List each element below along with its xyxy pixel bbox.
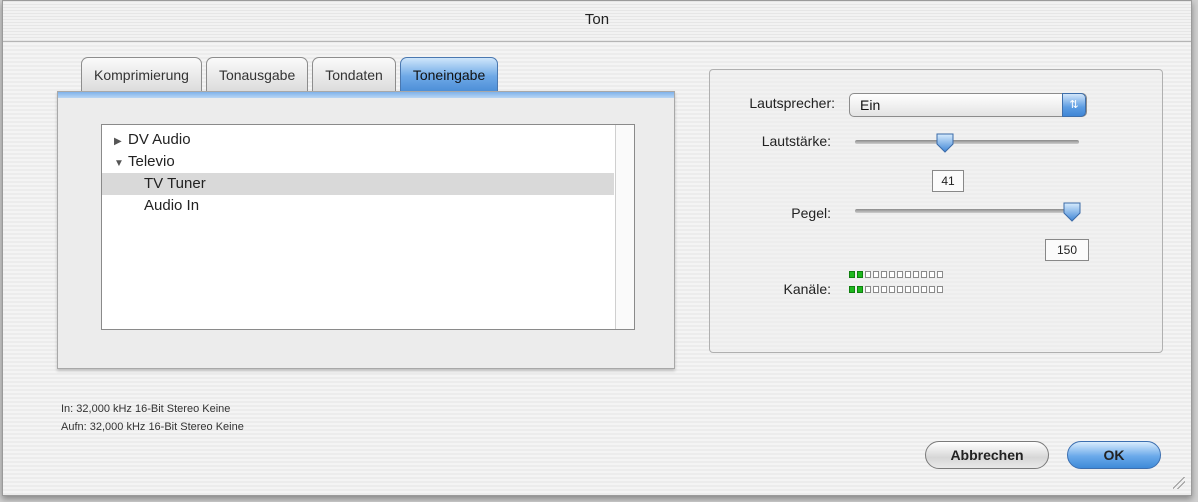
volume-slider-track[interactable] (855, 140, 1079, 144)
meter-segment (897, 286, 903, 293)
meter-segment (857, 286, 863, 293)
channel-meter-left (849, 271, 943, 278)
gain-slider-thumb[interactable] (1062, 201, 1082, 223)
speaker-label: Lautsprecher: (749, 95, 835, 111)
tab-tondaten[interactable]: Tondaten (312, 57, 396, 91)
meter-segment (929, 286, 935, 293)
channels-label: Kanäle: (783, 281, 831, 297)
list-item-dv-audio[interactable]: ▶ DV Audio (102, 129, 614, 151)
meter-segment (873, 271, 879, 278)
list-item-televio[interactable]: ▼ Televio (102, 151, 614, 173)
gain-value: 150 (1045, 239, 1089, 261)
meter-segment (929, 271, 935, 278)
meter-segment (849, 286, 855, 293)
disclosure-triangle-right-icon[interactable]: ▶ (114, 131, 128, 153)
sound-dialog: Ton Komprimierung Tonausgabe Tondaten To… (2, 0, 1192, 496)
meter-segment (937, 271, 943, 278)
meter-segment (921, 271, 927, 278)
list-scrollbar[interactable] (615, 125, 634, 329)
meter-segment (873, 286, 879, 293)
list-item-label: DV Audio (128, 131, 191, 148)
meter-segment (913, 286, 919, 293)
meter-segment (905, 271, 911, 278)
tab-bar: Komprimierung Tonausgabe Tondaten Tonein… (81, 57, 499, 93)
ok-button[interactable]: OK (1067, 441, 1161, 469)
channel-meter-right (849, 286, 943, 293)
volume-value: 41 (932, 170, 964, 192)
meter-segment (921, 286, 927, 293)
meter-segment (937, 286, 943, 293)
meter-segment (849, 271, 855, 278)
tab-content-panel: ▶ DV Audio ▼ Televio TV Tuner Audio In (57, 91, 675, 369)
tab-tonausgabe[interactable]: Tonausgabe (205, 57, 309, 91)
meter-segment (865, 271, 871, 278)
source-list[interactable]: ▶ DV Audio ▼ Televio TV Tuner Audio In (101, 124, 635, 330)
list-item-tv-tuner[interactable]: TV Tuner (102, 173, 614, 195)
volume-label: Lautstärke: (761, 133, 831, 149)
meter-segment (913, 271, 919, 278)
meter-segment (889, 271, 895, 278)
gain-slider-track[interactable] (855, 209, 1077, 213)
tab-komprimierung[interactable]: Komprimierung (81, 57, 202, 91)
resize-grip-icon[interactable] (1173, 477, 1185, 489)
meter-segment (897, 271, 903, 278)
cancel-button[interactable]: Abbrechen (925, 441, 1049, 469)
record-format-info: Aufn: 32,000 kHz 16-Bit Stereo Keine (61, 421, 244, 433)
speaker-select[interactable]: Ein ⇅ (849, 93, 1087, 117)
speaker-select-value: Ein (860, 97, 881, 113)
list-item-audio-in[interactable]: Audio In (102, 195, 614, 217)
title-bar[interactable]: Ton (3, 1, 1191, 42)
list-item-label: Televio (128, 153, 175, 170)
input-format-info: In: 32,000 kHz 16-Bit Stereo Keine (61, 403, 231, 415)
window-title: Ton (584, 11, 610, 28)
meter-segment (865, 286, 871, 293)
meter-segment (889, 286, 895, 293)
meter-segment (905, 286, 911, 293)
up-down-arrows-icon: ⇅ (1062, 93, 1086, 117)
meter-segment (857, 271, 863, 278)
tab-toneingabe[interactable]: Toneingabe (399, 57, 499, 91)
disclosure-triangle-down-icon[interactable]: ▼ (114, 153, 128, 175)
meter-segment (881, 286, 887, 293)
gain-label: Pegel: (791, 205, 831, 221)
meter-segment (881, 271, 887, 278)
volume-slider-thumb[interactable] (935, 132, 955, 154)
